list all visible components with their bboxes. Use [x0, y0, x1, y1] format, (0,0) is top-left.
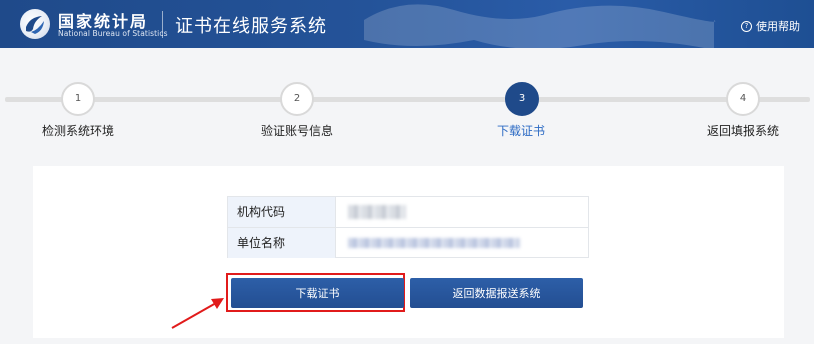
org-code-label: 机构代码: [228, 197, 336, 227]
step-4-circle: 4: [726, 82, 760, 116]
info-row-unit-name: 单位名称: [228, 227, 588, 258]
progress-steps: 1 检测系统环境 2 验证账号信息 3 下载证书 4 返回填报系统: [0, 48, 814, 148]
step-4-label: 返回填报系统: [706, 124, 780, 138]
nbs-logo-icon: [20, 9, 50, 39]
account-info-table: 机构代码 单位名称: [227, 196, 589, 258]
step-1-label: 检测系统环境: [41, 124, 115, 138]
org-name-en: National Bureau of Statistics: [58, 29, 168, 38]
unit-name-label: 单位名称: [228, 228, 336, 258]
header-divider: [162, 11, 163, 38]
app-header: 国家统计局 National Bureau of Statistics 证书在线…: [0, 0, 814, 48]
unit-name-value-redacted: [348, 238, 520, 248]
help-icon: ?: [741, 20, 752, 32]
certificate-card: 机构代码 单位名称 下载证书 返回数据报送系统: [33, 166, 784, 338]
system-title: 证书在线服务系统: [175, 16, 327, 37]
return-to-system-button[interactable]: 返回数据报送系统: [410, 278, 583, 308]
step-2-circle: 2: [280, 82, 314, 116]
info-row-org-code: 机构代码: [228, 197, 588, 227]
help-link[interactable]: ? 使用帮助: [741, 18, 800, 34]
world-map-decoration: [364, 4, 716, 48]
download-certificate-button[interactable]: 下载证书: [231, 278, 404, 308]
help-label: 使用帮助: [756, 20, 800, 33]
step-2-label: 验证账号信息: [260, 124, 334, 138]
step-1-circle: 1: [61, 82, 95, 116]
step-3-circle: 3: [505, 82, 539, 116]
progress-track: [5, 97, 810, 102]
org-code-value-redacted: [348, 205, 406, 219]
step-3-label: 下载证书: [496, 124, 546, 138]
